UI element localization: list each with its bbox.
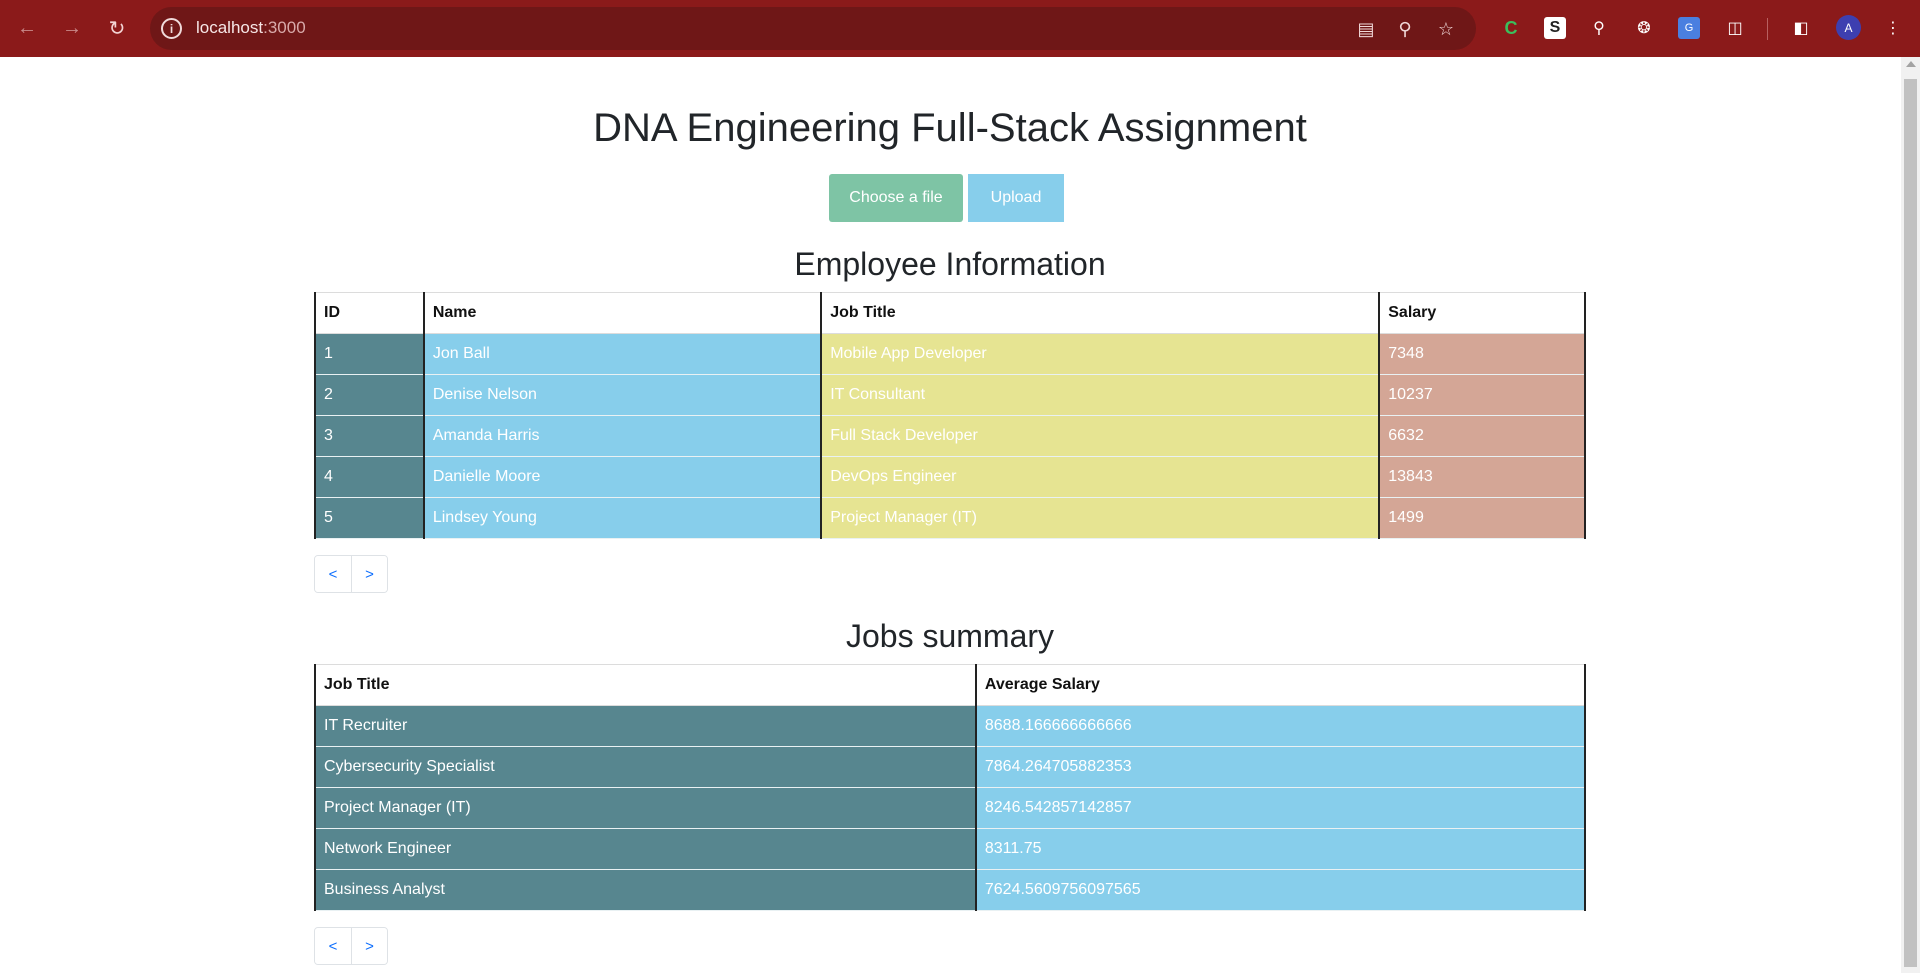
cell-average-salary: 8246.542857142857 bbox=[974, 787, 1587, 829]
table-row: 3 Amanda Harris Full Stack Developer 663… bbox=[314, 415, 1586, 457]
page-title: DNA Engineering Full-Stack Assignment bbox=[593, 106, 1307, 150]
jobs-summary-table: Job Title Average Salary IT Recruiter 86… bbox=[314, 664, 1587, 911]
extension-c-icon[interactable]: C bbox=[1498, 15, 1524, 41]
table-row: 2 Denise Nelson IT Consultant 10237 bbox=[314, 374, 1586, 416]
side-panel-icon[interactable]: ◧ bbox=[1788, 15, 1814, 41]
cell-name: Danielle Moore bbox=[422, 456, 822, 498]
table-row: Project Manager (IT) 8246.542857142857 bbox=[314, 787, 1587, 829]
cell-id: 5 bbox=[314, 497, 424, 539]
upload-button[interactable]: Upload bbox=[968, 174, 1064, 222]
site-info-icon[interactable]: i bbox=[161, 18, 182, 39]
cell-id: 4 bbox=[314, 456, 424, 498]
table-row: Cybersecurity Specialist 7864.2647058823… bbox=[314, 746, 1587, 788]
extension-film-icon[interactable]: ❂ bbox=[1631, 15, 1657, 41]
employee-table-header: ID Name Job Title Salary bbox=[314, 292, 1586, 334]
cell-job-title: Mobile App Developer bbox=[820, 333, 1380, 375]
column-header-average-salary: Average Salary bbox=[974, 664, 1587, 706]
cell-salary: 1499 bbox=[1378, 497, 1586, 539]
cell-job-title: IT Recruiter bbox=[314, 705, 976, 747]
employee-section-title: Employee Information bbox=[794, 246, 1106, 282]
cell-salary: 7348 bbox=[1378, 333, 1586, 375]
extension-translate-icon[interactable]: G bbox=[1678, 17, 1700, 39]
address-bar[interactable]: i localhost:3000 ▤ ⚲ ☆ bbox=[150, 7, 1476, 50]
table-row: IT Recruiter 8688.166666666666 bbox=[314, 705, 1587, 747]
url-text[interactable]: localhost:3000 bbox=[196, 18, 306, 38]
cell-job-title: DevOps Engineer bbox=[820, 456, 1380, 498]
employee-table: ID Name Job Title Salary 1 Jon Ball Mobi… bbox=[314, 292, 1586, 539]
cell-average-salary: 8688.166666666666 bbox=[974, 705, 1587, 747]
cell-job-title: Business Analyst bbox=[314, 869, 976, 911]
column-header-salary: Salary bbox=[1378, 292, 1586, 334]
next-page-button[interactable]: > bbox=[351, 928, 387, 964]
cell-job-title: Network Engineer bbox=[314, 828, 976, 870]
page-scrollbar[interactable] bbox=[1901, 57, 1920, 973]
reload-icon[interactable]: ↻ bbox=[103, 14, 131, 42]
cell-id: 2 bbox=[314, 374, 424, 416]
cell-name: Lindsey Young bbox=[422, 497, 822, 539]
prev-page-button[interactable]: < bbox=[315, 928, 351, 964]
prev-page-button[interactable]: < bbox=[315, 556, 351, 592]
cell-salary: 10237 bbox=[1378, 374, 1586, 416]
cell-job-title: Project Manager (IT) bbox=[820, 497, 1380, 539]
jobs-summary-title: Jobs summary bbox=[845, 618, 1055, 654]
cell-average-salary: 7864.264705882353 bbox=[974, 746, 1587, 788]
cell-id: 3 bbox=[314, 415, 424, 457]
table-row: 5 Lindsey Young Project Manager (IT) 149… bbox=[314, 497, 1586, 539]
column-header-name: Name bbox=[422, 292, 822, 334]
cell-job-title: Project Manager (IT) bbox=[314, 787, 976, 829]
extension-magnifier-icon[interactable]: ⚲ bbox=[1586, 15, 1612, 41]
table-row: 4 Danielle Moore DevOps Engineer 13843 bbox=[314, 456, 1586, 498]
extension-s-icon[interactable]: S bbox=[1544, 17, 1566, 39]
upload-controls: Choose a file Upload bbox=[829, 174, 1064, 222]
column-header-id: ID bbox=[314, 292, 425, 334]
cell-name: Amanda Harris bbox=[422, 415, 822, 457]
cell-average-salary: 7624.5609756097565 bbox=[974, 869, 1587, 911]
column-header-job-title: Job Title bbox=[314, 664, 977, 706]
column-header-job-title: Job Title bbox=[820, 292, 1380, 334]
browser-toolbar: ← → ↻ i localhost:3000 ▤ ⚲ ☆ C S ⚲ ❂ G ◫… bbox=[0, 0, 1920, 57]
cell-job-title: Full Stack Developer bbox=[820, 415, 1380, 457]
jobs-summary-pagination: < > bbox=[314, 927, 388, 965]
choose-file-button[interactable]: Choose a file bbox=[829, 174, 963, 222]
table-row: Business Analyst 7624.5609756097565 bbox=[314, 869, 1587, 911]
cell-name: Jon Ball bbox=[422, 333, 822, 375]
next-page-button[interactable]: > bbox=[351, 556, 387, 592]
cell-name: Denise Nelson bbox=[422, 374, 822, 416]
translate-icon[interactable]: ▤ bbox=[1354, 17, 1378, 41]
forward-arrow-icon[interactable]: → bbox=[58, 14, 86, 42]
extensions-puzzle-icon[interactable]: ◫ bbox=[1722, 15, 1748, 41]
profile-avatar[interactable]: A bbox=[1836, 15, 1861, 40]
cell-average-salary: 8311.75 bbox=[974, 828, 1587, 870]
back-arrow-icon[interactable]: ← bbox=[13, 14, 41, 42]
menu-kebab-icon[interactable]: ⋮ bbox=[1880, 15, 1906, 41]
toolbar-divider bbox=[1767, 18, 1768, 40]
scroll-up-arrow-icon[interactable] bbox=[1906, 61, 1916, 67]
table-row: 1 Jon Ball Mobile App Developer 7348 bbox=[314, 333, 1586, 375]
employee-pagination: < > bbox=[314, 555, 388, 593]
bookmark-star-icon[interactable]: ☆ bbox=[1434, 17, 1458, 41]
zoom-icon[interactable]: ⚲ bbox=[1393, 17, 1417, 41]
cell-job-title: Cybersecurity Specialist bbox=[314, 746, 976, 788]
cell-salary: 13843 bbox=[1378, 456, 1586, 498]
cell-salary: 6632 bbox=[1378, 415, 1586, 457]
jobs-summary-header: Job Title Average Salary bbox=[314, 664, 1587, 706]
cell-job-title: IT Consultant bbox=[820, 374, 1380, 416]
table-row: Network Engineer 8311.75 bbox=[314, 828, 1587, 870]
cell-id: 1 bbox=[314, 333, 424, 375]
scroll-thumb[interactable] bbox=[1904, 79, 1917, 967]
